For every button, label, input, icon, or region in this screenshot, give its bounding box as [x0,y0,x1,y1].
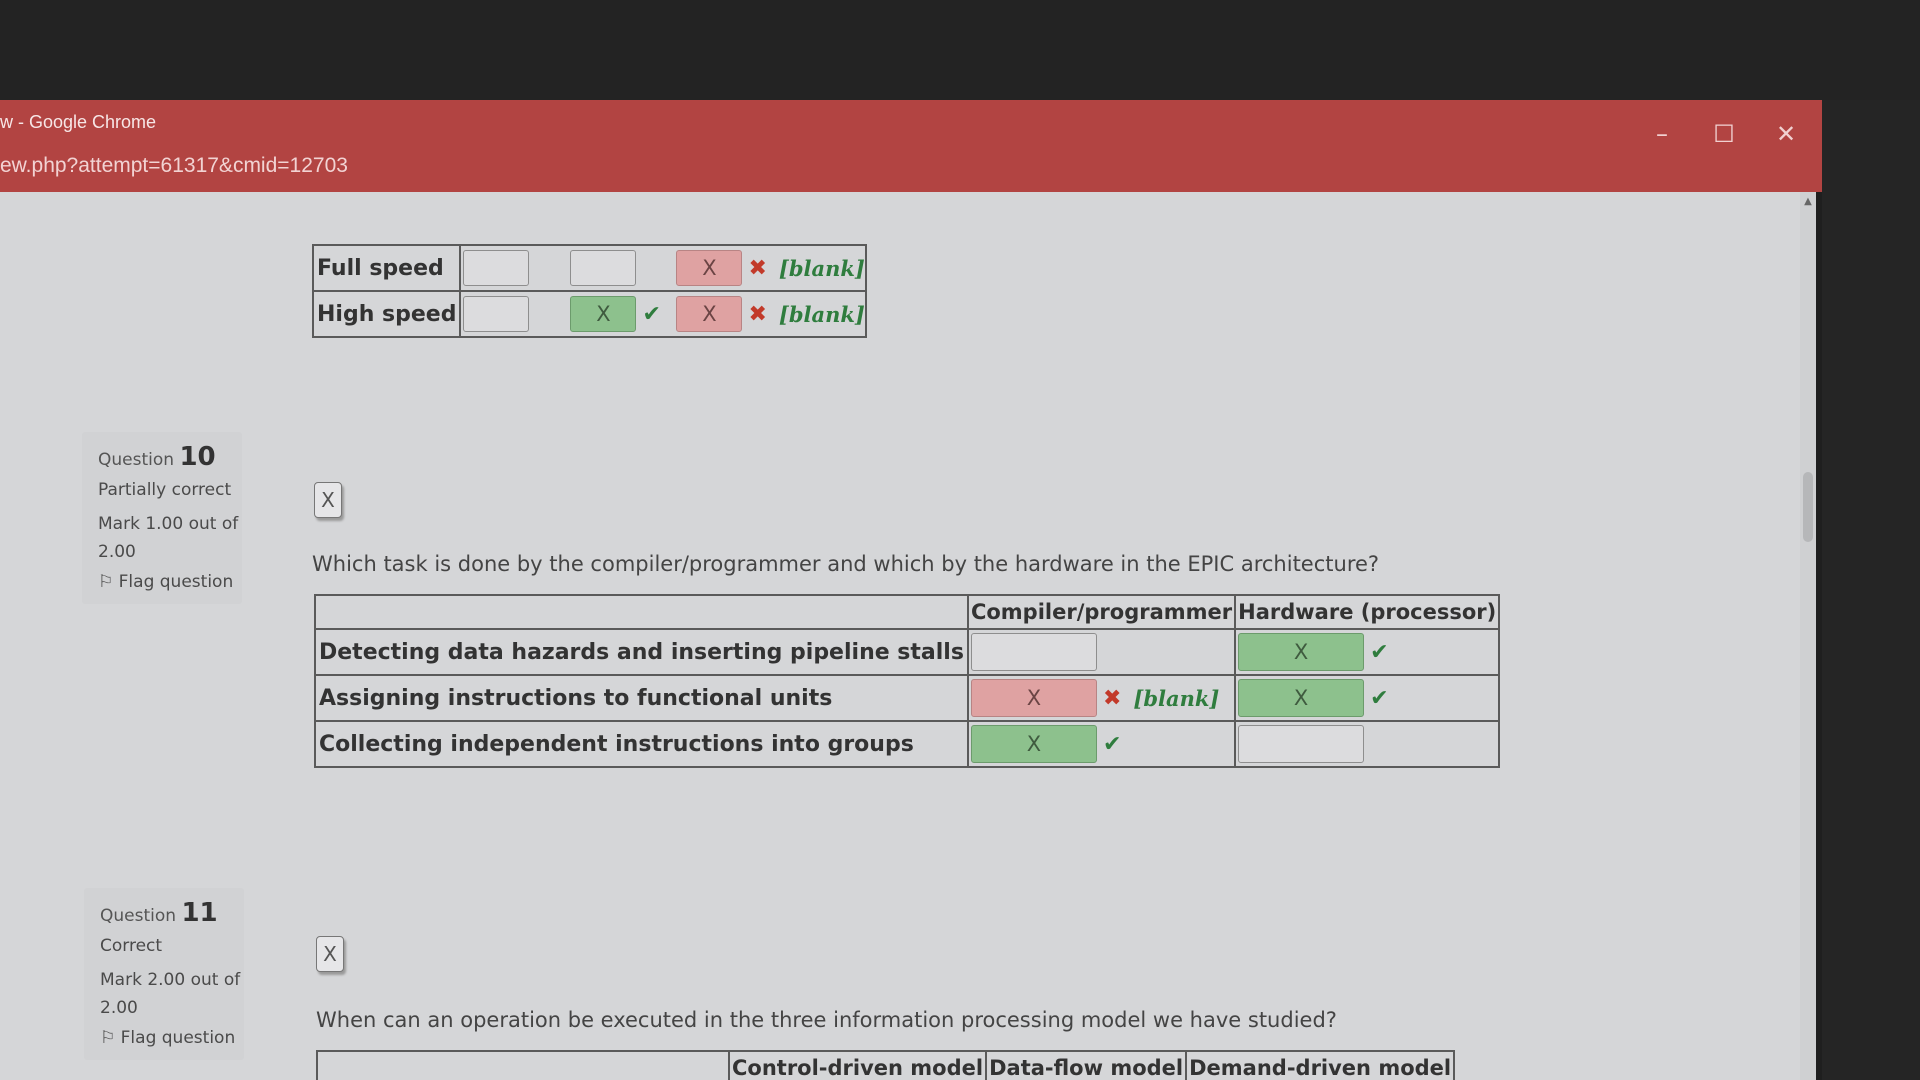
cross-icon: ✖ [748,301,767,327]
window-url: ew.php?attempt=61317&cmid=12703 [0,154,348,177]
screen-bezel-right [1822,100,1920,1080]
browser-titlebar: w - Google Chrome ew.php?attempt=61317&c… [0,100,1822,192]
table-header-row: Control-driven model Data-flow model Dem… [316,1050,1456,1080]
quiz-review-page: Full speed X ✖ [blank] High speed X ✔ X … [0,192,1816,1080]
minimize-button[interactable]: – [1642,118,1682,150]
flag-icon: ⚐ [100,1028,116,1048]
clear-choice-button[interactable]: X [314,482,342,518]
corner-cell [314,594,969,630]
answer-box-incorrect[interactable]: X [676,250,743,286]
corner-cell [316,1050,730,1080]
answer-box-correct[interactable]: X [570,296,637,332]
table-header-row: Compiler/programmer Hardware (processor) [314,594,1501,630]
row-label: High speed [311,290,462,338]
table-row: Detecting data hazards and inserting pip… [314,628,1501,676]
answer-box[interactable] [463,296,530,332]
cross-icon: ✖ [748,255,767,281]
flag-question-link[interactable]: ⚐ Flag question [100,1028,244,1048]
question-number: 11 [181,898,218,928]
check-icon: ✔ [1102,731,1122,757]
question-10-info: Question 10 Partially correct Mark 1.00 … [82,432,242,604]
window-title: w - Google Chrome [0,112,157,132]
answer-box[interactable] [970,633,1097,671]
blank-label: [blank] [778,255,865,281]
table-row: High speed X ✔ X ✖ [blank] [311,290,867,338]
scroll-thumb[interactable] [1803,472,1813,542]
check-icon: ✔ [1370,685,1389,711]
question-label: Question [98,450,175,470]
question-mark: Mark 1.00 out of 2.00 [98,514,239,562]
column-header: Demand-driven model [1185,1050,1456,1080]
close-button[interactable]: ✕ [1766,118,1806,150]
flag-icon: ⚐ [98,572,114,592]
table-row: Full speed X ✖ [blank] [311,244,867,292]
answer-box[interactable] [1238,725,1365,763]
cross-icon: ✖ [1102,685,1122,711]
flag-question-link[interactable]: ⚐ Flag question [98,572,242,592]
maximize-button[interactable]: ☐ [1704,118,1744,150]
question-label: Question [100,906,177,926]
question-11-text: When can an operation be executed in the… [316,1008,1337,1032]
blank-label: [blank] [1133,685,1220,711]
answer-box-correct[interactable]: X [970,725,1097,763]
table-row: Collecting independent instructions into… [314,720,1501,768]
answer-box-incorrect[interactable]: X [676,296,743,332]
screen-bezel-top [0,0,1920,100]
answer-box-correct[interactable]: X [1238,679,1365,717]
question-10-matrix: Compiler/programmer Hardware (processor)… [314,594,1501,768]
row-label: Full speed [311,244,462,292]
row-label: Detecting data hazards and inserting pip… [314,628,969,676]
flag-label: Flag question [118,572,234,592]
answer-box-incorrect[interactable]: X [970,679,1097,717]
check-icon: ✔ [642,301,661,327]
clear-choice-button[interactable]: X [316,936,344,972]
q9-answer-table: Full speed X ✖ [blank] High speed X ✔ X … [311,244,867,338]
answer-box[interactable] [570,250,637,286]
row-label: Assigning instructions to functional uni… [314,674,969,722]
flag-label: Flag question [120,1028,236,1048]
question-mark: Mark 2.00 out of 2.00 [100,970,241,1018]
answer-box[interactable] [463,250,530,286]
column-header: Data-flow model [985,1050,1188,1080]
question-state: Partially correct [98,480,232,500]
column-header: Hardware (processor) [1234,594,1501,630]
question-10-text: Which task is done by the compiler/progr… [312,552,1380,576]
check-icon: ✔ [1370,639,1389,665]
question-11-info: Question 11 Correct Mark 2.00 out of 2.0… [84,888,244,1060]
blank-label: [blank] [778,301,865,327]
question-11-matrix: Control-driven model Data-flow model Dem… [316,1050,1456,1080]
question-number: 10 [179,442,216,472]
question-state: Correct [100,936,163,956]
answer-box-correct[interactable]: X [1238,633,1365,671]
scroll-up-icon[interactable]: ▲ [1800,196,1816,210]
column-header: Control-driven model [727,1050,988,1080]
column-header: Compiler/programmer [966,594,1237,630]
row-label: Collecting independent instructions into… [314,720,969,768]
table-row: Assigning instructions to functional uni… [314,674,1501,722]
vertical-scrollbar[interactable]: ▲ [1800,192,1816,1080]
